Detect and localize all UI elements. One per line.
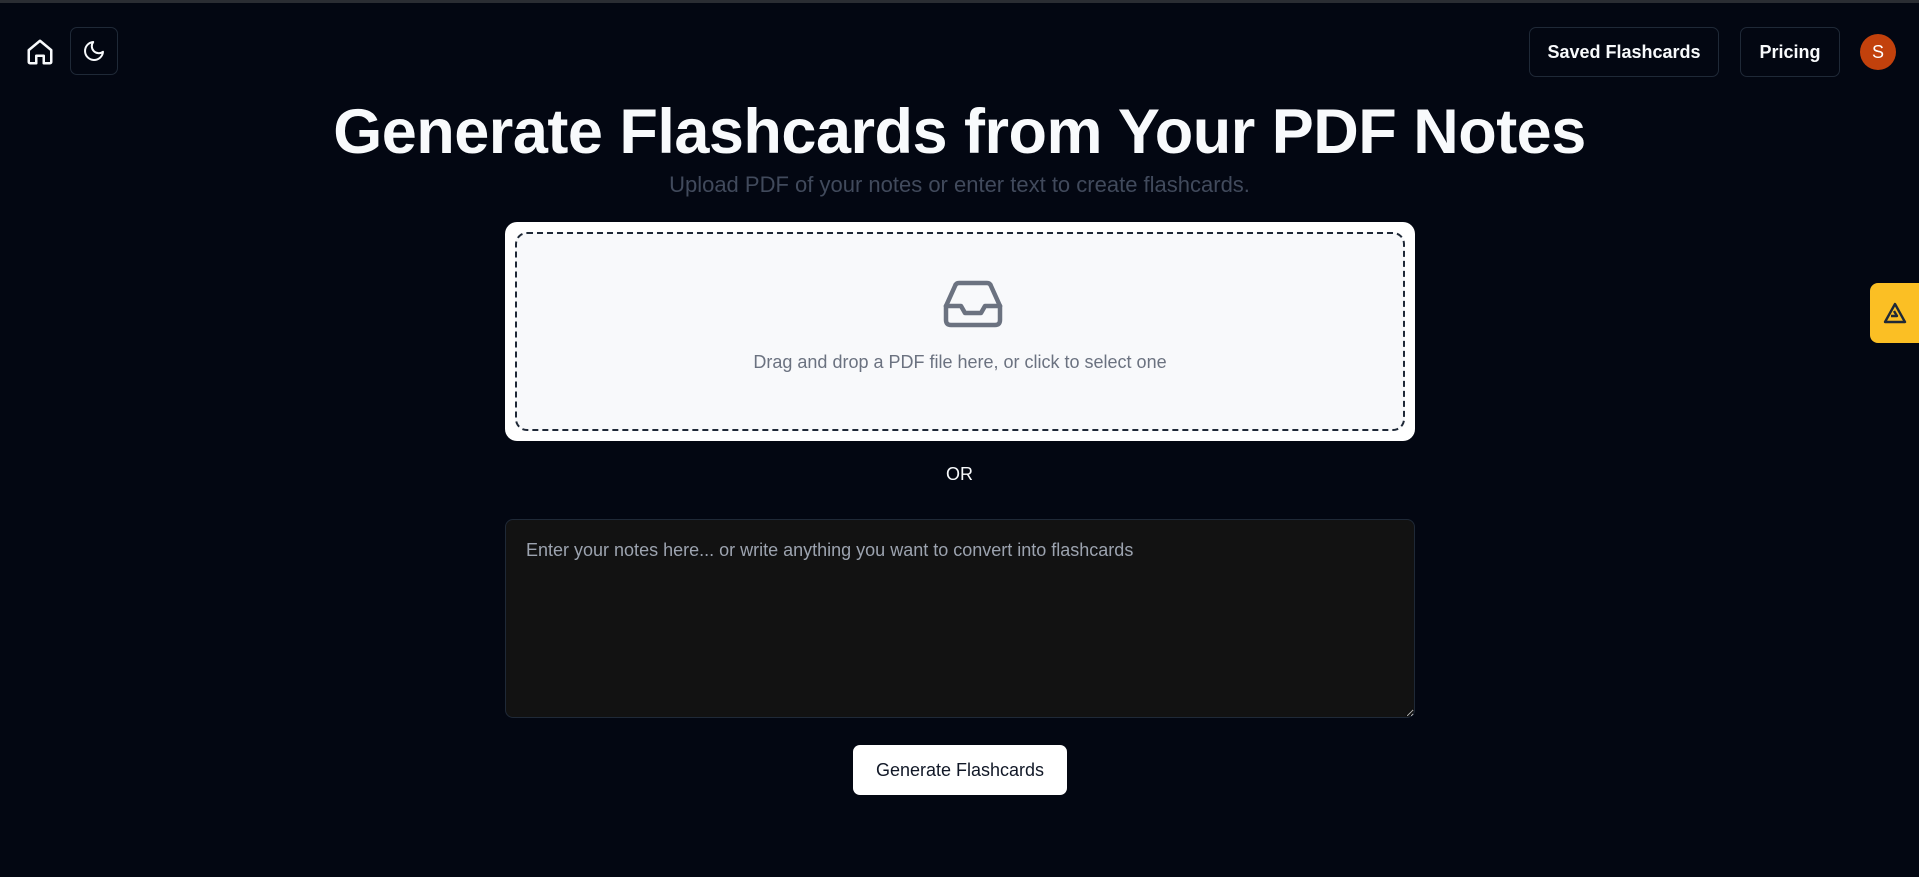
moon-icon xyxy=(84,41,104,61)
page-title: Generate Flashcards from Your PDF Notes xyxy=(333,97,1586,167)
home-icon xyxy=(27,39,53,65)
dropzone-instructions: Drag and drop a PDF file here, or click … xyxy=(753,352,1167,372)
triangle-logo-icon xyxy=(1883,302,1906,324)
pdf-dropzone-card: Drag and drop a PDF file here, or click … xyxy=(505,222,1415,441)
or-divider: OR xyxy=(946,464,973,484)
saved-flashcards-button[interactable]: Saved Flashcards xyxy=(1529,27,1719,77)
notes-textarea[interactable] xyxy=(505,519,1415,718)
side-widget-tab[interactable] xyxy=(1870,283,1919,343)
pricing-button[interactable]: Pricing xyxy=(1740,27,1840,77)
theme-toggle-button[interactable] xyxy=(70,27,118,75)
user-avatar[interactable]: S xyxy=(1860,34,1896,70)
inbox-icon xyxy=(943,280,1003,328)
generate-flashcards-button[interactable]: Generate Flashcards xyxy=(853,745,1067,795)
pdf-dropzone[interactable]: Drag and drop a PDF file here, or click … xyxy=(515,232,1405,431)
navbar: Saved Flashcards Pricing S xyxy=(0,0,1919,100)
page-subtitle: Upload PDF of your notes or enter text t… xyxy=(669,172,1250,197)
home-button[interactable] xyxy=(16,28,64,76)
